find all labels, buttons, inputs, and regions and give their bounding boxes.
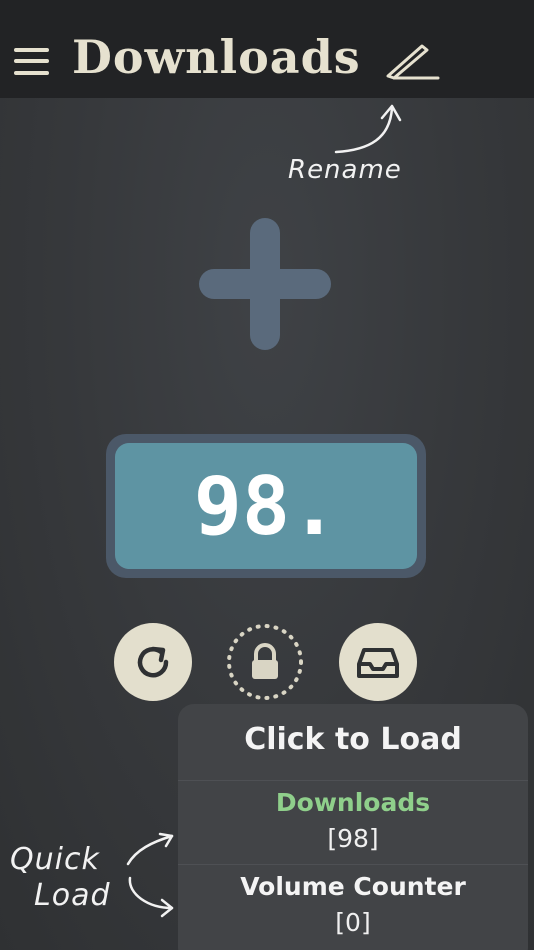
counter-value: 98. (115, 443, 417, 569)
panel-title: Click to Load (244, 722, 462, 757)
page-title[interactable]: Downloads (72, 30, 361, 84)
quick-load-arrows-icon (126, 832, 174, 918)
archive-button[interactable] (339, 623, 417, 701)
increment-button[interactable] (197, 216, 333, 352)
pencil-icon[interactable] (382, 40, 440, 82)
reset-button[interactable] (114, 623, 192, 701)
load-item-count: [0] (335, 908, 371, 937)
lock-icon (227, 624, 303, 700)
top-bar: Downloads (0, 0, 534, 98)
rename-hint: Rename (288, 155, 402, 185)
quick-load-panel: Click to Load Downloads [98] Volume Coun… (178, 704, 528, 950)
divider (178, 864, 528, 865)
load-hint-line: Load (34, 878, 111, 913)
lock-button[interactable] (226, 623, 304, 701)
quick-hint-line: Quick (10, 842, 100, 877)
hamburger-menu-icon[interactable] (14, 44, 50, 78)
load-item-count: [98] (327, 824, 379, 853)
counter-display[interactable]: 98. (106, 434, 426, 578)
rename-arrow-icon (334, 104, 402, 154)
refresh-icon (137, 646, 169, 678)
load-item-name: Volume Counter (240, 872, 466, 901)
load-item-name: Downloads (275, 788, 431, 817)
quick-load-hint: Quick Load (10, 842, 111, 914)
inbox-icon (357, 648, 399, 678)
divider (178, 780, 528, 781)
